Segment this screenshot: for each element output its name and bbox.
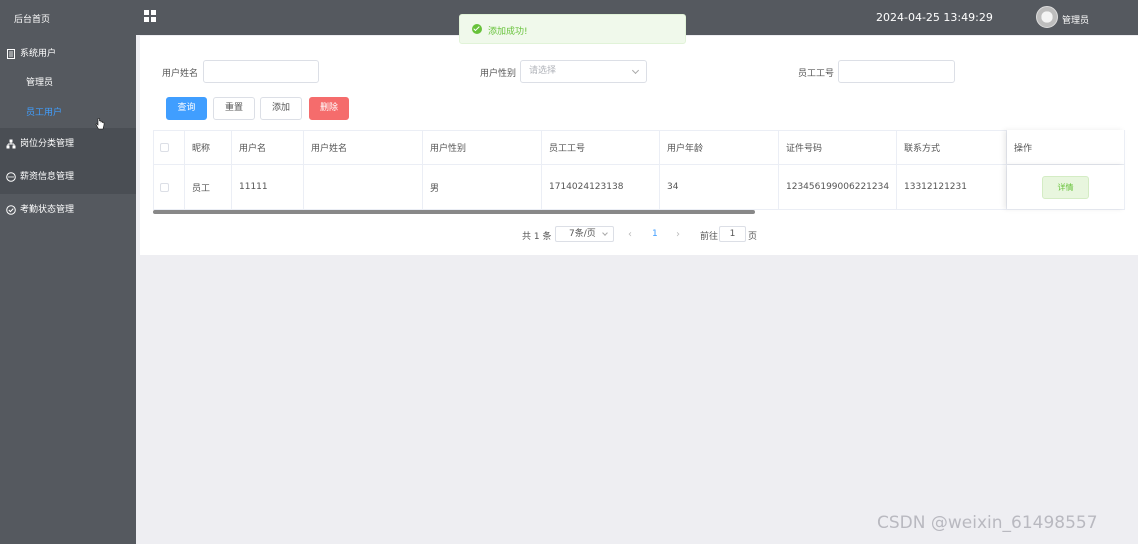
name-input[interactable] [203, 60, 319, 83]
add-button[interactable]: 添加 [260, 97, 302, 120]
sidebar-group-system-users[interactable]: 系统用户 [0, 40, 136, 68]
cell-action: 详情 [1007, 165, 1125, 209]
user-role[interactable]: 管理员 [1062, 13, 1089, 26]
header-cell: 联系方式 [897, 130, 1007, 164]
sidebar-item-admin[interactable]: 管理员 [0, 68, 136, 98]
cell-nickname: 员工 [185, 165, 232, 209]
horizontal-scrollbar[interactable] [153, 210, 755, 214]
cell-username: 11111 [232, 165, 304, 209]
header-cell: 用户姓名 [304, 130, 423, 164]
chevron-down-icon [602, 230, 608, 236]
gender-placeholder: 请选择 [529, 66, 557, 76]
sidebar-item-home[interactable]: 后台首页 [0, 0, 136, 40]
select-all-cell [153, 130, 185, 164]
cell-phone: 13312121231 [897, 165, 1007, 209]
avatar[interactable] [1036, 6, 1058, 28]
datetime-display: 2024-04-25 13:49:29 [876, 11, 993, 24]
pagination-total: 共 1 条 [522, 232, 552, 242]
success-toast: 添加成功! [459, 14, 686, 44]
empno-label: 员工工号 [798, 69, 835, 79]
select-all-checkbox[interactable] [160, 142, 169, 152]
header-cell: 昵称 [185, 130, 232, 164]
sidebar-group-label: 考勤状态管理 [20, 205, 75, 215]
cell-age: 34 [660, 165, 779, 209]
watermark: CSDN @weixin_61498557 [877, 513, 1098, 533]
main-content: 用户姓名 用户性别 请选择 员工工号 查询 重置 添加 删除 昵称 用户名 用户… [140, 36, 1138, 255]
sidebar: 后台首页 系统用户 管理员 员工用户 岗位分类管理 薪资信息管理 考勤状态管理 [0, 0, 136, 544]
page-size-value: 7条/页 [569, 229, 596, 239]
page-unit-label: 页 [748, 232, 758, 242]
table-row: 员工 11111 男 1714024123138 34 123456199006… [153, 165, 1125, 210]
page-size-select[interactable]: 7条/页 [555, 226, 614, 242]
data-table: 昵称 用户名 用户姓名 用户性别 员工工号 用户年龄 证件号码 联系方式 操作 … [153, 130, 1125, 210]
grid-menu-icon[interactable] [144, 10, 157, 23]
cell-fullname [304, 165, 423, 209]
success-check-icon [472, 24, 482, 34]
header-cell: 用户名 [232, 130, 304, 164]
empno-input[interactable] [838, 60, 955, 83]
check-circle-icon [6, 205, 16, 215]
header-cell: 证件号码 [779, 130, 897, 164]
header-cell: 操作 [1007, 130, 1125, 164]
sidebar-group-label: 岗位分类管理 [20, 139, 75, 149]
cell-gender: 男 [423, 165, 542, 209]
row-checkbox[interactable] [160, 182, 169, 192]
prev-page-icon[interactable]: ‹ [628, 229, 632, 246]
goto-label: 前往 [700, 232, 719, 242]
sidebar-group-attendance[interactable]: 考勤状态管理 [0, 194, 136, 227]
cell-idno: 123456199006221234 [779, 165, 897, 209]
chat-icon [6, 172, 16, 182]
chevron-down-icon [631, 66, 640, 75]
sidebar-group-label: 薪资信息管理 [20, 172, 75, 182]
name-label: 用户姓名 [162, 69, 199, 79]
next-page-icon[interactable]: › [676, 229, 680, 246]
sidebar-item-employee-users[interactable]: 员工用户 [0, 98, 136, 128]
gender-select[interactable]: 请选择 [520, 60, 647, 83]
sidebar-group-label: 系统用户 [20, 49, 57, 59]
header-cell: 用户年龄 [660, 130, 779, 164]
delete-button[interactable]: 删除 [309, 97, 349, 120]
sidebar-group-salary[interactable]: 薪资信息管理 [0, 161, 136, 194]
header-cell: 用户性别 [423, 130, 542, 164]
goto-page-input[interactable]: 1 [719, 226, 746, 242]
hand-cursor-icon [95, 118, 105, 130]
org-chart-icon [6, 139, 16, 149]
table-header: 昵称 用户名 用户姓名 用户性别 员工工号 用户年龄 证件号码 联系方式 操作 [153, 130, 1125, 165]
current-page[interactable]: 1 [652, 229, 658, 246]
toast-message: 添加成功! [488, 27, 528, 37]
query-button[interactable]: 查询 [166, 97, 207, 120]
document-icon [7, 49, 15, 59]
cell-empno: 1714024123138 [542, 165, 660, 209]
header-cell: 员工工号 [542, 130, 660, 164]
row-select-cell [153, 165, 185, 209]
gender-label: 用户性别 [480, 69, 517, 79]
reset-button[interactable]: 重置 [213, 97, 255, 120]
sidebar-group-position[interactable]: 岗位分类管理 [0, 128, 136, 161]
detail-button[interactable]: 详情 [1042, 175, 1089, 199]
